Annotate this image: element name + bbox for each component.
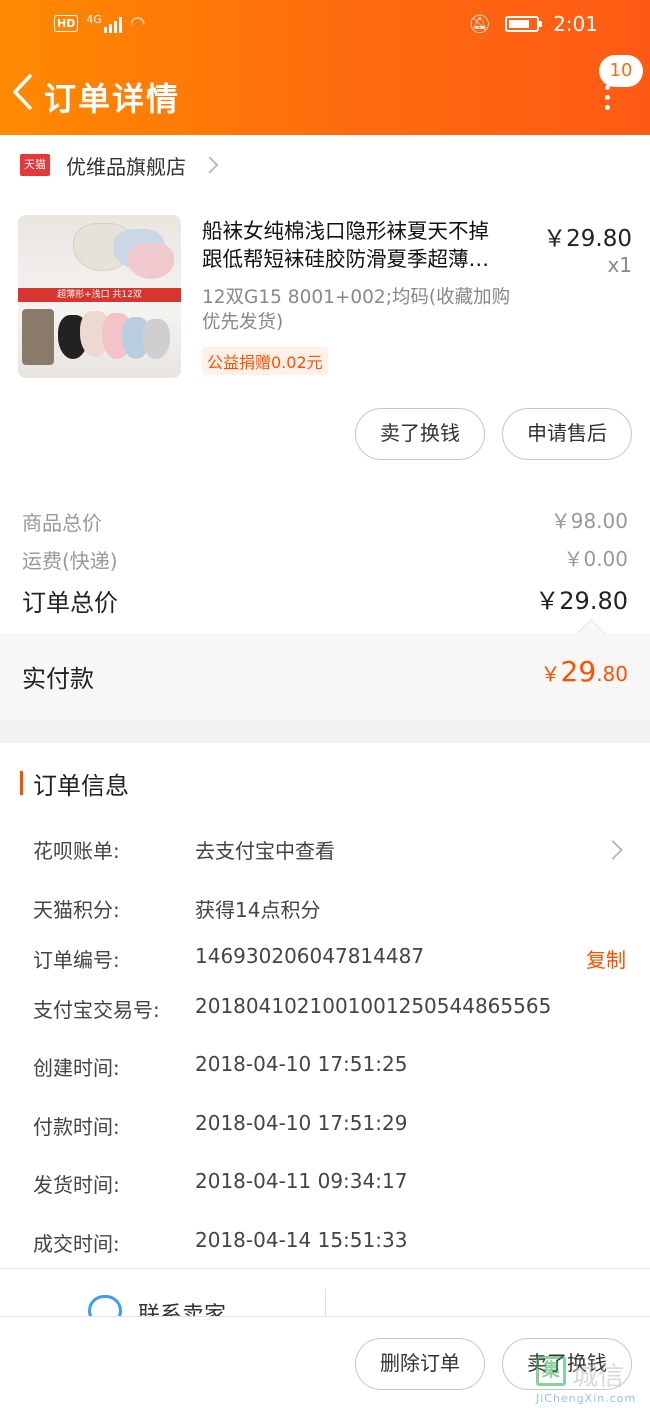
- paid-integer: 29: [560, 655, 597, 688]
- product-image-banner: 超薄形+浅口 共12双: [18, 288, 181, 302]
- shipping-value: ￥0.00: [563, 547, 628, 571]
- product-title[interactable]: 船袜女纯棉浅口隐形袜夏天不掉 跟低帮短袜硅胶防滑夏季超薄…: [202, 217, 532, 273]
- charity-tag: 公益捐赠0.02元: [202, 347, 328, 375]
- info-value: 2018041021001001250544865565: [195, 994, 552, 1018]
- sock-graphic: [128, 243, 174, 279]
- order-info-heading: 订单信息: [20, 769, 129, 800]
- info-label: 花呗账单:: [33, 839, 120, 863]
- shop-row[interactable]: 天猫 优维品旗舰店: [20, 149, 219, 181]
- copy-button[interactable]: 复制: [586, 944, 626, 973]
- heading-accent-bar: [20, 771, 23, 795]
- info-value: 2018-04-10 17:51:29: [195, 1111, 408, 1135]
- info-row-paid-time: 付款时间: 2018-04-10 17:51:29: [0, 1111, 650, 1145]
- info-row-huabei[interactable]: 花呗账单: 去支付宝中查看: [0, 835, 650, 869]
- mute-icon: 🔕︎: [468, 13, 492, 35]
- product-spec-line: 优先发货): [202, 312, 284, 333]
- product-image[interactable]: 超薄形+浅口 共12双: [18, 215, 181, 378]
- watermark-logo-icon: 集: [536, 1356, 566, 1386]
- goods-total-value: ￥98.00: [550, 509, 628, 533]
- status-right: 🔕︎ 2:01: [468, 12, 598, 36]
- product-spec-line: 12双G15 8001+002;均码(收藏加购: [202, 287, 511, 308]
- order-info-title: 订单信息: [33, 771, 129, 800]
- more-icon[interactable]: [600, 85, 614, 125]
- paid-decimal: .80: [596, 662, 628, 686]
- paid-label: 实付款: [22, 665, 94, 693]
- info-value: 去支付宝中查看: [195, 839, 335, 863]
- order-card: 天猫 优维品旗舰店 超薄形+浅口 共12双 船袜女纯棉浅口隐形袜夏天不掉 跟低帮…: [0, 135, 650, 720]
- status-bar: HD 4G ◠ 🔕︎ 2:01: [0, 0, 650, 50]
- paid-section: 实付款 ￥29.80: [0, 618, 650, 720]
- product-title-line: 跟低帮短袜硅胶防滑夏季超薄…: [202, 247, 489, 271]
- after-sale-button[interactable]: 申请售后: [502, 408, 632, 460]
- info-value: 2018-04-14 15:51:33: [195, 1228, 408, 1252]
- tmall-logo-icon: 天猫: [20, 154, 50, 176]
- info-value: 2018-04-11 09:34:17: [195, 1169, 408, 1193]
- goods-total-label: 商品总价: [22, 511, 102, 535]
- site-watermark: 集 城信 JiChengXin.com: [530, 1352, 650, 1408]
- info-label: 付款时间:: [33, 1115, 120, 1139]
- shop-name: 优维品旗舰店: [66, 154, 186, 179]
- product-quantity: x1: [607, 253, 632, 277]
- message-count-badge[interactable]: 10: [599, 55, 643, 87]
- info-row-points: 天猫积分: 获得14点积分: [0, 894, 650, 928]
- order-info-card: 订单信息 花呗账单: 去支付宝中查看 天猫积分: 获得14点积分 订单编号: 1…: [0, 743, 650, 1283]
- info-row-shipped-time: 发货时间: 2018-04-11 09:34:17: [0, 1169, 650, 1203]
- watermark-text: 城信: [572, 1362, 625, 1392]
- paid-amount: ￥29.80: [541, 655, 628, 688]
- info-label: 订单编号:: [33, 948, 120, 972]
- watermark-url: JiChengXin.com: [536, 1392, 637, 1405]
- info-label: 天猫积分:: [33, 898, 120, 922]
- shipping-label: 运费(快递): [22, 549, 118, 573]
- page-title: 订单详情: [44, 80, 181, 118]
- info-value: 2018-04-10 17:51:25: [195, 1052, 408, 1076]
- delete-order-button[interactable]: 删除订单: [355, 1338, 485, 1390]
- wifi-icon: ◠: [129, 13, 146, 34]
- product-title-line: 船袜女纯棉浅口隐形袜夏天不掉: [202, 219, 489, 243]
- back-icon[interactable]: [10, 72, 40, 112]
- order-total-label: 订单总价: [22, 589, 118, 617]
- info-label: 发货时间:: [33, 1173, 120, 1197]
- caret-up-icon: [576, 618, 606, 648]
- product-spec: 12双G15 8001+002;均码(收藏加购 优先发货): [202, 285, 542, 335]
- info-row-created: 创建时间: 2018-04-10 17:51:25: [0, 1052, 650, 1086]
- chevron-right-icon: [201, 156, 219, 174]
- product-price: ￥29.80: [543, 226, 632, 252]
- info-row-deal-time: 成交时间: 2018-04-14 15:51:33: [0, 1228, 650, 1262]
- resell-button[interactable]: 卖了换钱: [355, 408, 485, 460]
- info-row-order-number: 订单编号: 146930206047814487 复制: [0, 944, 650, 978]
- chevron-right-icon: [603, 840, 623, 860]
- info-label: 创建时间:: [33, 1056, 120, 1080]
- model-legs-graphic: [22, 309, 54, 365]
- clock: 2:01: [553, 12, 598, 36]
- hd-badge: HD: [54, 15, 79, 32]
- info-value: 获得14点积分: [195, 898, 321, 922]
- app-header: HD 4G ◠ 🔕︎ 2:01 订单详情 10: [0, 0, 650, 135]
- info-value: 146930206047814487: [195, 944, 425, 968]
- paid-currency: ￥: [540, 662, 561, 686]
- signal-icon: [103, 15, 122, 33]
- info-row-alipay-trade: 支付宝交易号: 2018041021001001250544865565: [0, 994, 650, 1028]
- status-left: HD 4G ◠: [54, 13, 146, 34]
- info-label: 支付宝交易号:: [33, 998, 160, 1022]
- battery-icon: [505, 16, 543, 32]
- nav-bar: 订单详情 10: [0, 55, 650, 130]
- sock-graphic: [142, 319, 170, 359]
- network-label: 4G: [86, 13, 102, 26]
- info-label: 成交时间:: [33, 1232, 120, 1256]
- order-total-value: ￥29.80: [535, 587, 628, 615]
